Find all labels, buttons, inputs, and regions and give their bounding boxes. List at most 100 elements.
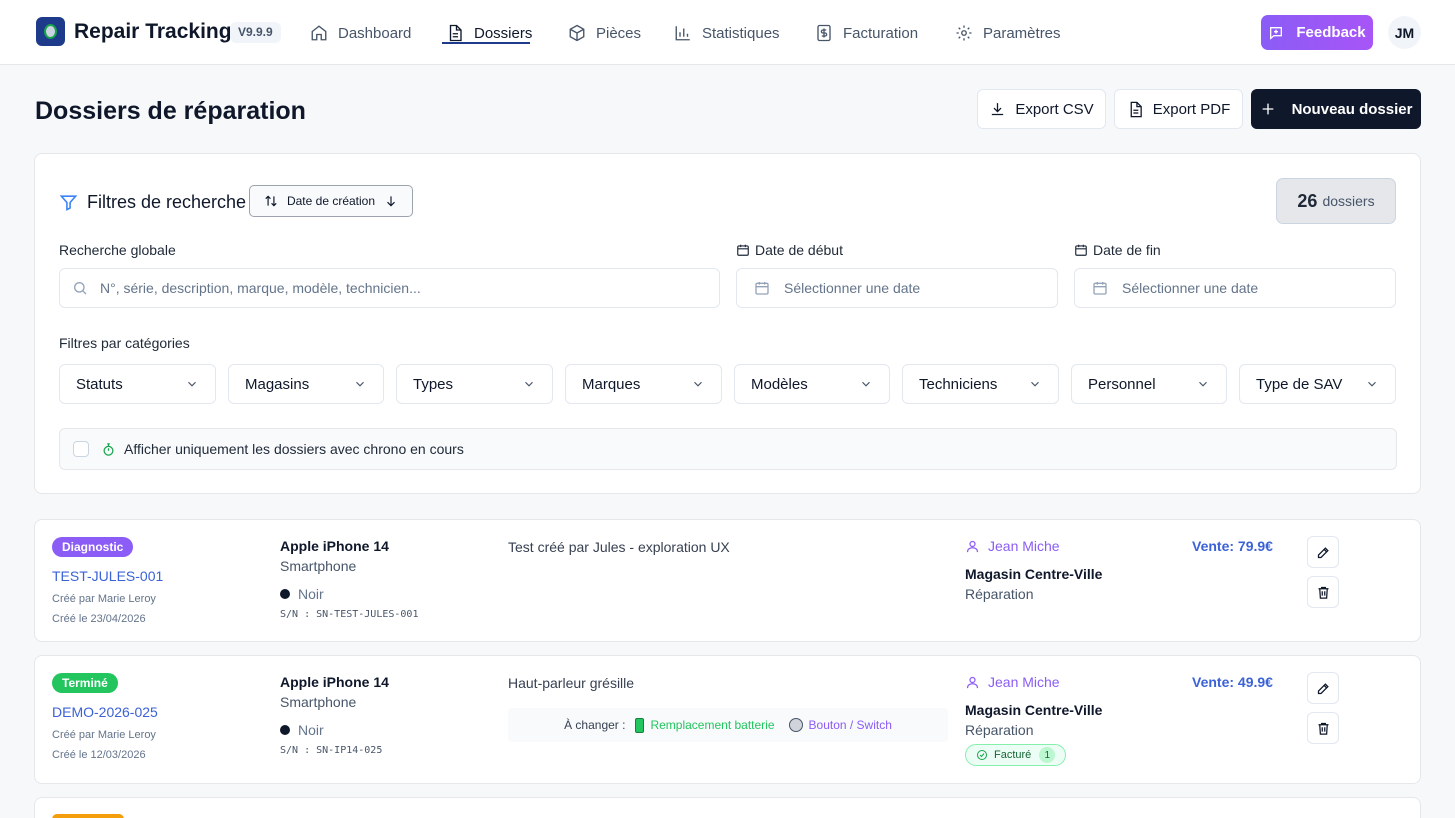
new-dossier-button[interactable]: Nouveau dossier	[1251, 89, 1421, 129]
billed-label: Facturé	[994, 749, 1032, 761]
button-icon	[788, 718, 803, 732]
trash-icon	[1318, 722, 1328, 735]
start-date-input[interactable]: Sélectionner une date	[736, 268, 1058, 308]
feedback-label: Feedback	[1296, 24, 1366, 41]
chevron-down-icon	[356, 381, 364, 387]
chrono-filter-row: Afficher uniquement les dossiers avec ch…	[59, 428, 1397, 470]
dossier-ref-link[interactable]: TEST-JULES-001	[52, 568, 163, 584]
chevron-down-icon	[694, 381, 702, 387]
filters-panel: Filtres de recherche Date de création 26…	[34, 153, 1421, 494]
filter-magasins[interactable]: Magasins	[228, 364, 384, 404]
dossier-count: 26 dossiers	[1276, 178, 1396, 224]
nav-dashboard[interactable]: Dashboard	[310, 22, 411, 44]
device-color-label: Noir	[298, 722, 324, 738]
download-icon	[992, 102, 1004, 115]
nav-facturation-label: Facturation	[843, 24, 919, 42]
parts-to-change: À changer : Remplacement batterie Bouton…	[508, 708, 948, 742]
part-battery: Remplacement batterie	[635, 717, 775, 733]
file-icon	[449, 24, 462, 42]
export-pdf-button[interactable]: Export PDF	[1114, 89, 1243, 129]
billed-count: 1	[1039, 747, 1056, 763]
store-name: Magasin Centre-Ville	[965, 566, 1103, 582]
chevron-down-icon	[862, 381, 870, 387]
version-badge: V9.9.9	[230, 22, 281, 43]
nav-parametres[interactable]: Paramètres	[955, 22, 1061, 44]
filter-statuts[interactable]: Statuts	[59, 364, 216, 404]
dossier-ref-link[interactable]: DEMO-2026-025	[52, 704, 158, 720]
sale-price: Vente: 49.9€	[1192, 674, 1273, 690]
filters-title-text: Filtres de recherche	[87, 192, 247, 212]
service-type: Réparation	[965, 586, 1034, 602]
created-on: Créé le 12/03/2026	[52, 749, 146, 761]
filter-personnel[interactable]: Personnel	[1071, 364, 1227, 404]
battery-icon	[635, 717, 645, 733]
dossier-card[interactable]: Terminé DEMO-2026-025 Créé par Marie Ler…	[34, 655, 1421, 784]
edit-button[interactable]	[1307, 536, 1339, 568]
edit-icon	[1317, 682, 1329, 694]
app-logo[interactable]	[36, 17, 65, 46]
nav-pieces-label: Pièces	[596, 24, 642, 42]
trash-icon	[1318, 586, 1328, 599]
delete-button[interactable]	[1307, 712, 1339, 744]
filter-modeles[interactable]: Modèles	[734, 364, 890, 404]
serial-number: S/N : SN-IP14-025	[280, 745, 383, 756]
dossier-count-label: dossiers	[1322, 193, 1375, 209]
export-csv-button[interactable]: Export CSV	[977, 89, 1106, 129]
global-search-input[interactable]: N°, série, description, marque, modèle, …	[59, 268, 720, 308]
calendar-icon	[1093, 282, 1107, 295]
export-pdf-label: Export PDF	[1152, 100, 1231, 118]
dossier-card[interactable]: Diagnostic TEST-JULES-001 Créé par Marie…	[34, 519, 1421, 642]
part-battery-label: Remplacement batterie	[650, 718, 775, 732]
filter-type-sav[interactable]: Type de SAV	[1239, 364, 1396, 404]
part-switch: Bouton / Switch	[788, 718, 892, 732]
filter-marques[interactable]: Marques	[565, 364, 722, 404]
brand-name: Repair Tracking	[74, 20, 232, 43]
categories-label: Filtres par catégories	[59, 335, 190, 351]
user-avatar[interactable]: JM	[1388, 16, 1421, 49]
filters-title: Filtres de recherche	[59, 192, 246, 213]
filter-statuts-label: Statuts	[76, 375, 123, 393]
global-search-label: Recherche globale	[59, 242, 176, 258]
dossier-card[interactable]	[34, 797, 1421, 818]
status-badge: Diagnostic	[52, 537, 134, 557]
technician: Jean Miche	[965, 674, 1060, 690]
end-date-input[interactable]: Sélectionner une date	[1074, 268, 1396, 308]
parts-label: À changer :	[564, 718, 626, 732]
nav-facturation[interactable]: Facturation	[815, 22, 918, 44]
chrono-filter-label: Afficher uniquement les dossiers avec ch…	[124, 441, 464, 457]
filter-type-sav-label: Type de SAV	[1256, 375, 1343, 393]
nav-statistiques[interactable]: Statistiques	[674, 22, 780, 44]
device-type: Smartphone	[280, 694, 357, 710]
feedback-button[interactable]: Feedback	[1261, 15, 1373, 50]
sort-button[interactable]: Date de création	[249, 185, 413, 217]
export-csv-label: Export CSV	[1015, 100, 1094, 118]
chevron-down-icon	[1368, 381, 1376, 387]
chevron-down-icon	[1199, 381, 1207, 387]
device-type: Smartphone	[280, 558, 357, 574]
filter-techniciens[interactable]: Techniciens	[902, 364, 1059, 404]
filter-types[interactable]: Types	[396, 364, 553, 404]
user-icon	[966, 676, 979, 688]
global-search-placeholder: N°, série, description, marque, modèle, …	[100, 280, 421, 296]
technician-name: Jean Miche	[988, 674, 1060, 690]
device-name: Apple iPhone 14	[280, 538, 389, 554]
dossier-description: Haut-parleur grésille	[508, 675, 635, 691]
calendar-icon	[737, 244, 749, 256]
stopwatch-icon	[103, 442, 114, 456]
delete-button[interactable]	[1307, 576, 1339, 608]
end-date-label: Date de fin	[1074, 242, 1161, 258]
chrono-checkbox[interactable]	[73, 441, 89, 457]
start-date-label: Date de début	[736, 242, 843, 258]
filter-magasins-label: Magasins	[245, 375, 310, 393]
nav-statistiques-label: Statistiques	[702, 24, 780, 42]
edit-button[interactable]	[1307, 672, 1339, 704]
top-navigation-bar: Repair Tracking V9.9.9 Dashboard Dossier…	[0, 0, 1455, 65]
home-icon	[311, 25, 327, 41]
created-on: Créé le 23/04/2026	[52, 613, 146, 625]
created-by: Créé par Marie Leroy	[52, 729, 156, 741]
device-color: Noir	[280, 586, 324, 602]
device-name: Apple iPhone 14	[280, 674, 389, 690]
page-title: Dossiers de réparation	[35, 97, 306, 125]
nav-pieces[interactable]: Pièces	[568, 22, 641, 44]
nav-dossiers[interactable]: Dossiers	[446, 22, 532, 44]
